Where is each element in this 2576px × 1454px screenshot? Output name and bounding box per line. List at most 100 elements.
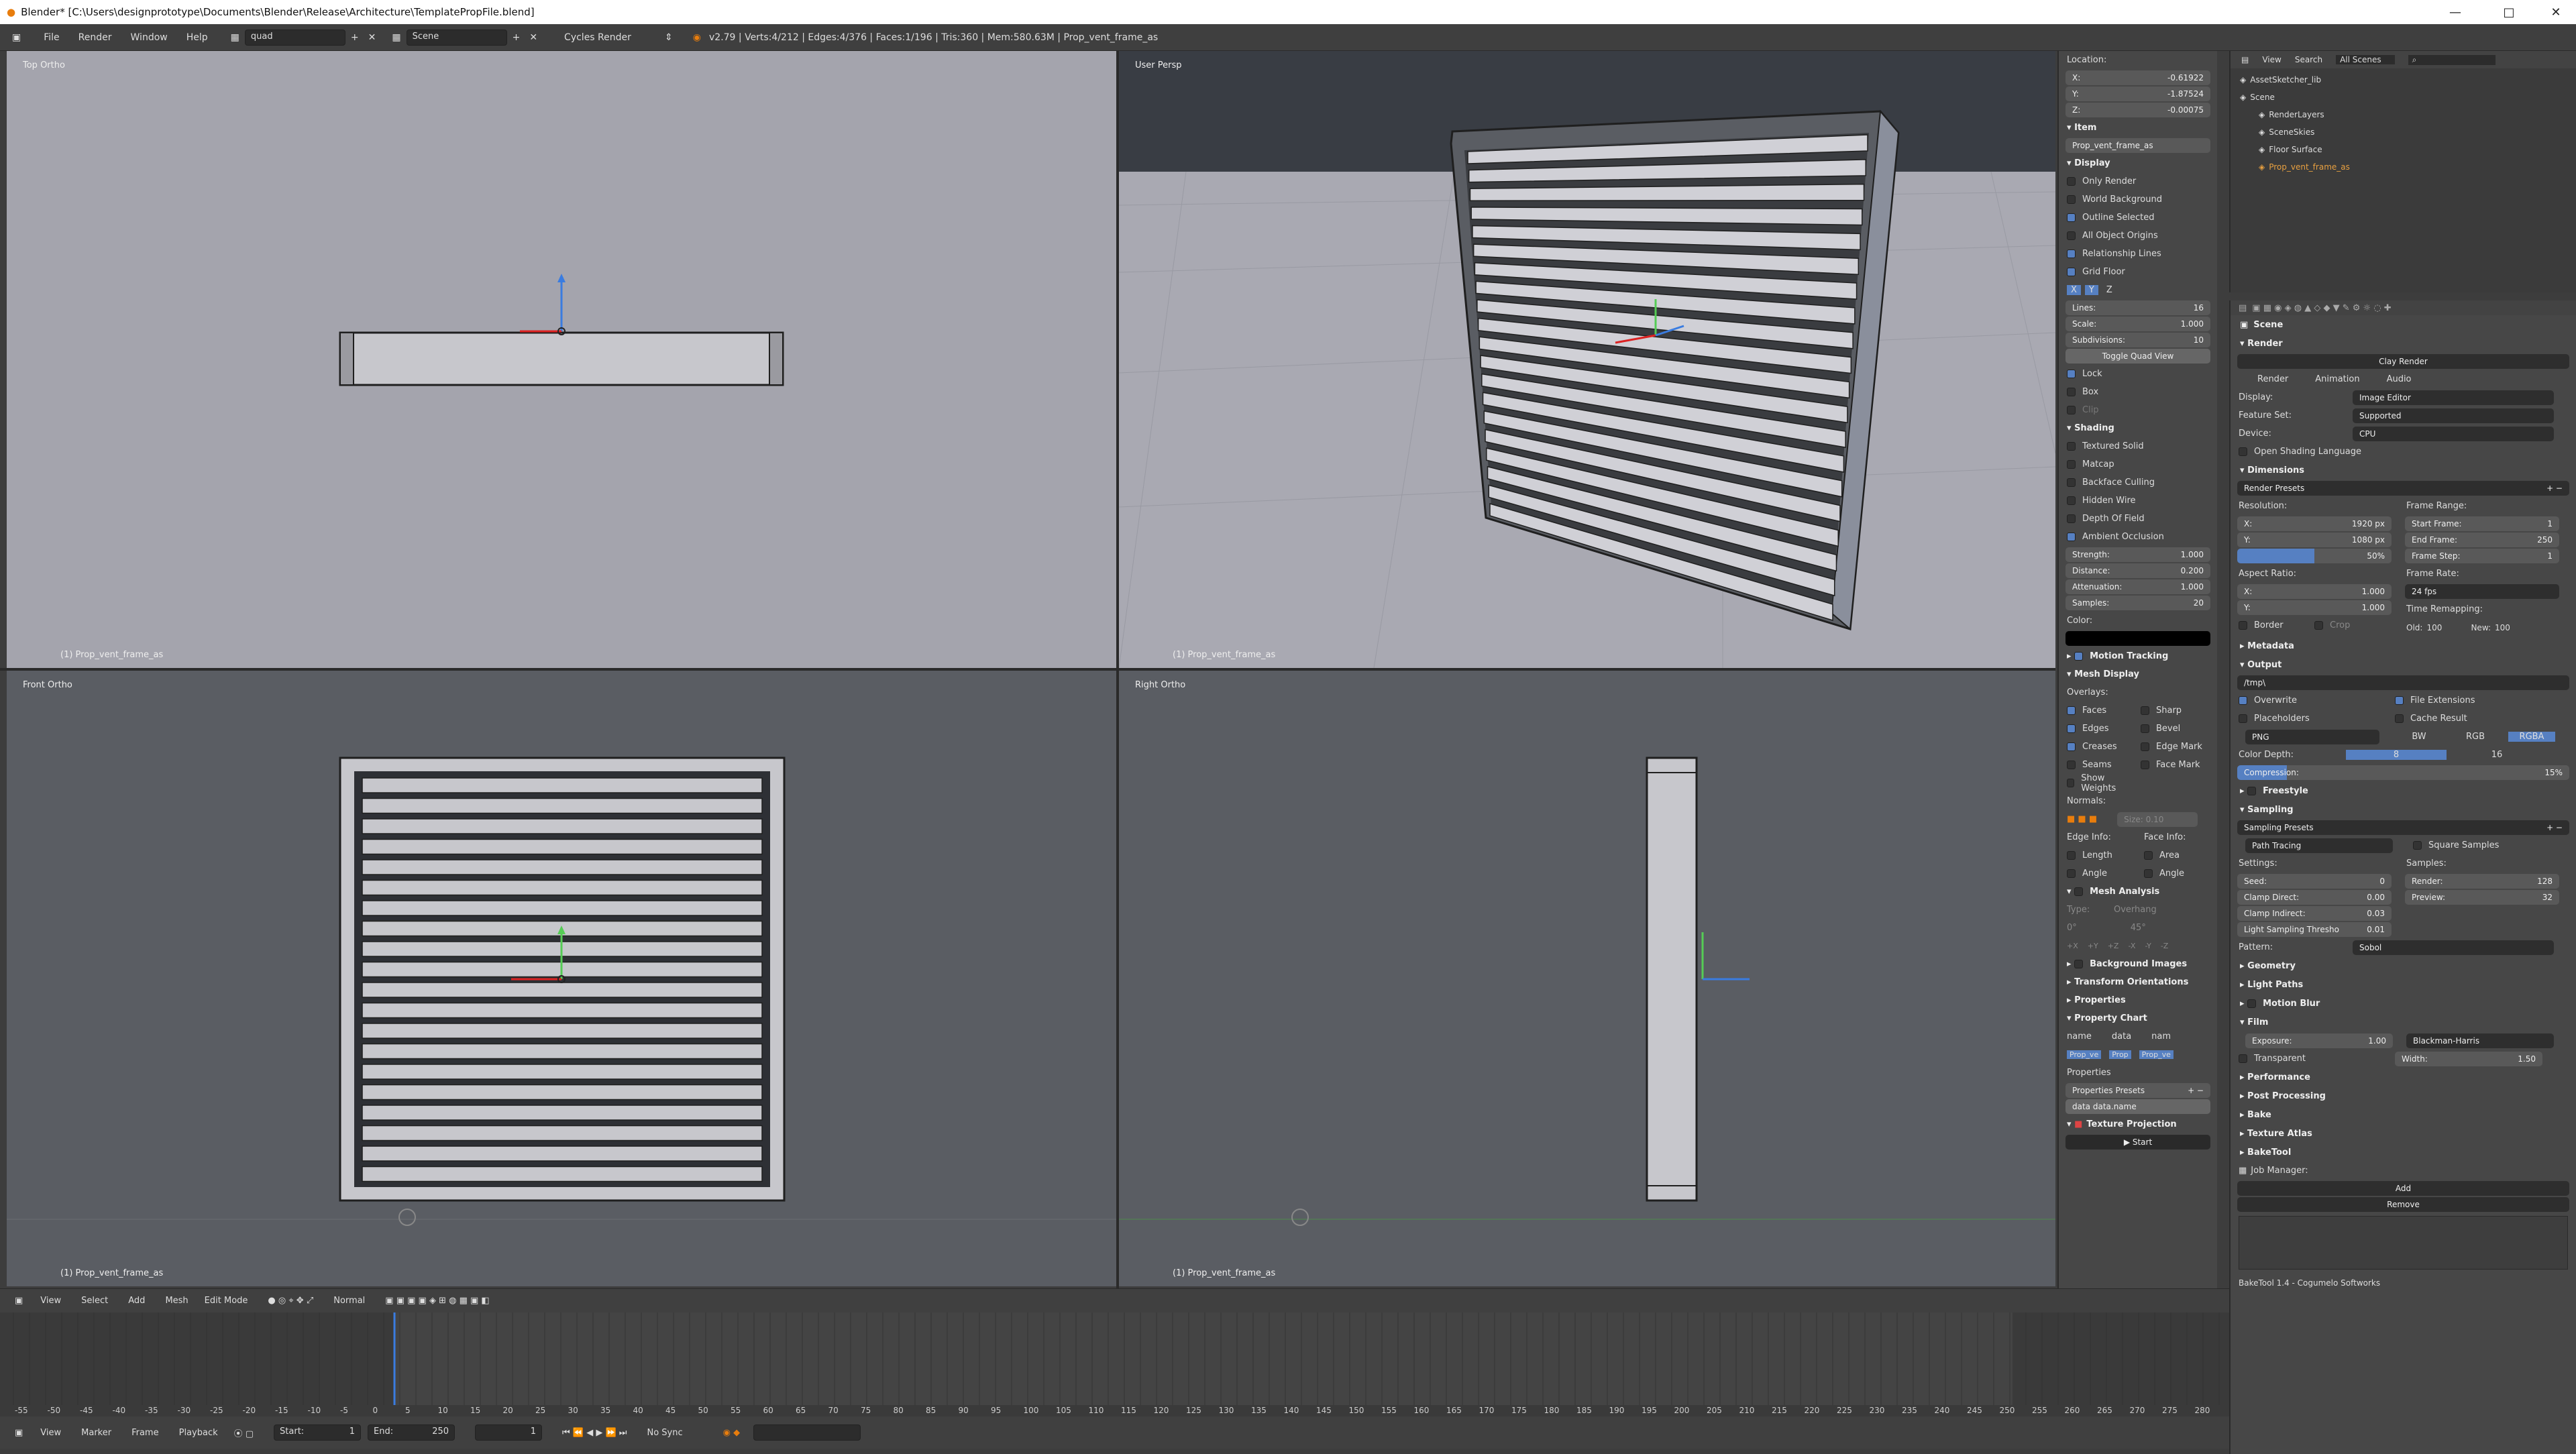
outliner-search-icon[interactable]: ⌕ bbox=[2408, 54, 2496, 65]
keying-icons[interactable]: ◉ ◆ bbox=[723, 1428, 740, 1438]
keying-set-field[interactable] bbox=[753, 1424, 861, 1441]
menu-file[interactable]: File bbox=[34, 32, 68, 43]
props-editor-icon[interactable]: ▤ bbox=[2239, 303, 2247, 313]
end-field[interactable]: End: 250 bbox=[368, 1424, 455, 1441]
outliner-item[interactable]: ◈ AssetSketcher_lib bbox=[2231, 71, 2576, 89]
aspect-y-field[interactable]: Y: 1.000 bbox=[2237, 600, 2392, 615]
mesh-display-header[interactable]: ▾ Mesh Display bbox=[2059, 665, 2217, 683]
grid-lines-field[interactable]: Lines: 16 bbox=[2065, 300, 2210, 315]
timeline[interactable]: -55 -50 -45 -40 -35 -30 -25 -20 -15 -10 -5 0 5 10 15 20… bbox=[0, 1312, 2229, 1416]
checkbox[interactable] bbox=[2141, 761, 2149, 769]
overlay-check[interactable]: Faces bbox=[2059, 702, 2133, 720]
properties-header[interactable]: ▸ Properties bbox=[2059, 991, 2217, 1009]
menu-view[interactable]: View bbox=[40, 1296, 61, 1306]
checkbox[interactable] bbox=[2067, 478, 2076, 487]
checkbox[interactable] bbox=[2067, 742, 2076, 751]
start-frame-field[interactable]: Start Frame: 1 bbox=[2405, 516, 2559, 531]
outliner-item[interactable]: ◈ Prop_vent_frame_as bbox=[2231, 158, 2576, 176]
film-row-2[interactable]: Transparent Width: 1.50 bbox=[2231, 1050, 2576, 1068]
checkbox[interactable] bbox=[2067, 724, 2076, 733]
device-row[interactable]: Device: CPU bbox=[2231, 425, 2576, 443]
ao-attenuation-field[interactable]: Attenuation: 1.000 bbox=[2065, 579, 2210, 594]
tl-menu-frame[interactable]: Frame bbox=[131, 1428, 159, 1438]
clay-render-button[interactable]: Clay Render bbox=[2237, 354, 2569, 369]
outliner-item[interactable]: ◈ Floor Surface bbox=[2231, 141, 2576, 158]
bg-images-header[interactable]: ▸ Background Images bbox=[2059, 955, 2217, 973]
analysis-values[interactable]: 0° 45° bbox=[2059, 919, 2217, 937]
overlay-check[interactable]: Seams bbox=[2059, 756, 2133, 774]
data-field[interactable]: data data.name bbox=[2065, 1099, 2210, 1114]
border-crop-row[interactable]: Border Crop bbox=[2231, 616, 2398, 634]
minimize-button[interactable]: — bbox=[2435, 0, 2475, 24]
current-frame-field[interactable]: 1 bbox=[475, 1424, 543, 1441]
shading-check[interactable]: Textured Solid bbox=[2059, 437, 2217, 455]
display-check[interactable]: Outline Selected bbox=[2059, 209, 2217, 227]
props-presets[interactable]: Properties Presets + − bbox=[2065, 1083, 2210, 1098]
overlay-check[interactable]: Bevel bbox=[2133, 720, 2213, 738]
props-context-icons[interactable]: ▣ ▦ ◉ ◈ ◍ ▲ ◇ ◆ ▼ ✎ ⚙ ☼ ◌ ✚ bbox=[2252, 303, 2391, 313]
layout-icon[interactable]: ▦ bbox=[231, 32, 239, 43]
output-path-field[interactable]: /tmp\ bbox=[2237, 675, 2569, 690]
motion-blur-header[interactable]: ▸ Motion Blur bbox=[2231, 994, 2576, 1013]
job-list[interactable] bbox=[2239, 1216, 2568, 1270]
engine-chevron-icon[interactable]: ⇕ bbox=[665, 32, 673, 43]
checkbox[interactable] bbox=[2067, 514, 2076, 523]
checkbox[interactable] bbox=[2067, 779, 2075, 787]
scene-icon[interactable]: ▦ bbox=[392, 32, 400, 43]
menu-mesh[interactable]: Mesh bbox=[165, 1296, 188, 1306]
checkbox[interactable] bbox=[2067, 249, 2076, 258]
display-header[interactable]: ▾ Display bbox=[2059, 154, 2217, 172]
aspect-x-field[interactable]: X: 1.000 bbox=[2237, 584, 2392, 599]
item-name-field[interactable]: Prop_vent_frame_as bbox=[2065, 138, 2210, 153]
normals-row[interactable]: ■ ■ ■ Size: 0.10 bbox=[2059, 810, 2217, 828]
shading-check[interactable]: Matcap bbox=[2059, 455, 2217, 473]
render-samples-field[interactable]: Render: 128 bbox=[2405, 874, 2559, 889]
fps-select[interactable]: 24 fps bbox=[2405, 584, 2559, 599]
checkbox[interactable] bbox=[2067, 177, 2076, 186]
scene-remove-icon[interactable]: ✕ bbox=[529, 32, 537, 43]
tl-menu-marker[interactable]: Marker bbox=[81, 1428, 111, 1438]
shading-check[interactable]: Depth Of Field bbox=[2059, 510, 2217, 528]
editor-type-icon[interactable]: ▣ bbox=[15, 1296, 23, 1306]
job-add-button[interactable]: Add bbox=[2237, 1181, 2569, 1196]
ao-distance-field[interactable]: Distance: 0.200 bbox=[2065, 563, 2210, 578]
maximize-button[interactable]: □ bbox=[2489, 0, 2529, 24]
checkbox[interactable] bbox=[2141, 724, 2149, 733]
location-y-field[interactable]: Y: -1.87524 bbox=[2065, 87, 2210, 101]
viewport-front-ortho[interactable]: Front Ortho (1) Prop_vent_frame_as bbox=[7, 671, 1116, 1286]
overlay-check[interactable]: Show Weights bbox=[2059, 773, 2133, 793]
ao-samples-field[interactable]: Samples: 20 bbox=[2065, 596, 2210, 610]
checkbox[interactable] bbox=[2067, 195, 2076, 204]
outliner-view-menu[interactable]: View bbox=[2262, 55, 2281, 64]
checkbox[interactable] bbox=[2141, 706, 2149, 715]
clip-check[interactable]: Clip bbox=[2059, 401, 2217, 419]
chart-vals[interactable]: Prop_ve Prop Prop_ve bbox=[2059, 1046, 2217, 1064]
mesh-analysis-header[interactable]: ▾ Mesh Analysis bbox=[2059, 883, 2217, 901]
toggle-quad-button[interactable]: Toggle Quad View bbox=[2065, 349, 2210, 364]
display-check[interactable]: Only Render bbox=[2059, 172, 2217, 190]
geometry-header[interactable]: ▸ Geometry bbox=[2231, 956, 2576, 975]
shading-header[interactable]: ▾ Shading bbox=[2059, 419, 2217, 437]
render-panel-header[interactable]: ▾ Render bbox=[2231, 334, 2576, 353]
checkbox[interactable] bbox=[2067, 268, 2076, 276]
menu-select[interactable]: Select bbox=[81, 1296, 108, 1306]
item-header[interactable]: ▾ Item bbox=[2059, 119, 2217, 137]
metadata-header[interactable]: ▸ Metadata bbox=[2231, 636, 2576, 655]
res-x-field[interactable]: X: 1920 px bbox=[2237, 516, 2392, 531]
lock-check[interactable]: Lock bbox=[2059, 365, 2217, 383]
layout-add-icon[interactable]: + bbox=[351, 32, 359, 43]
osl-check[interactable]: Open Shading Language bbox=[2231, 443, 2576, 461]
edit-mode-select[interactable]: Edit Mode bbox=[205, 1296, 248, 1306]
start-field[interactable]: Start: 1 bbox=[274, 1424, 362, 1441]
dimensions-header[interactable]: ▾ Dimensions bbox=[2231, 461, 2576, 480]
remap-row[interactable]: Old: 100 New: 100 bbox=[2398, 618, 2566, 636]
output-checks-2[interactable]: Placeholders Cache Result bbox=[2231, 710, 2576, 728]
job-remove-button[interactable]: Remove bbox=[2237, 1197, 2569, 1212]
overlay-check[interactable]: Edges bbox=[2059, 720, 2133, 738]
clamp-indirect-field[interactable]: Clamp Indirect: 0.03 bbox=[2237, 906, 2392, 921]
film-header[interactable]: ▾ Film bbox=[2231, 1013, 2576, 1031]
tl-menu-view[interactable]: View bbox=[40, 1428, 61, 1438]
clamp-direct-field[interactable]: Clamp Direct: 0.00 bbox=[2237, 890, 2392, 905]
texture-projection-header[interactable]: ▾ ■ Texture Projection bbox=[2059, 1115, 2217, 1133]
color-depth-row[interactable]: Color Depth: 8 16 bbox=[2231, 746, 2576, 764]
